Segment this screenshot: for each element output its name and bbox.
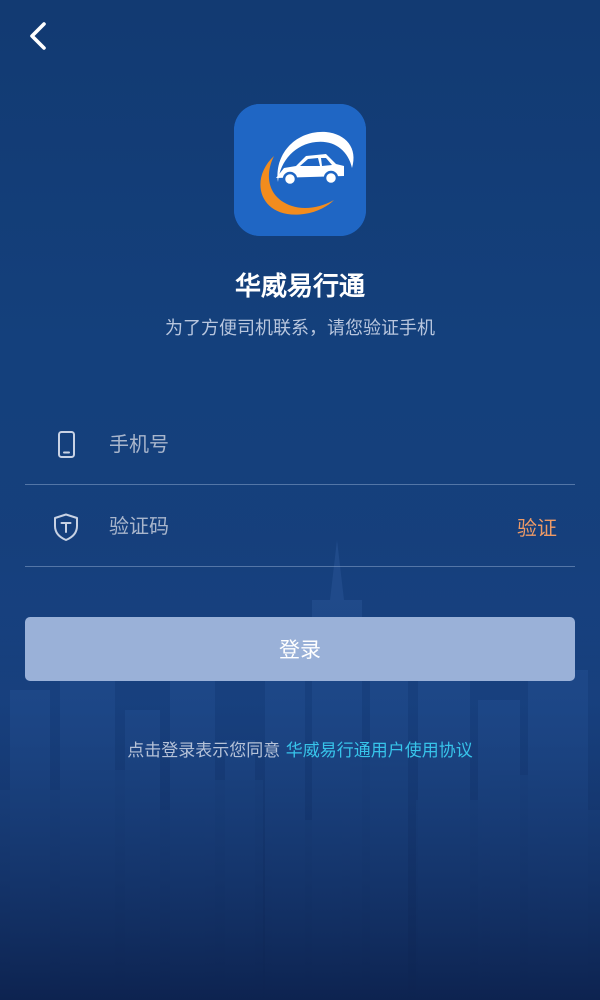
back-button[interactable] — [22, 18, 58, 54]
app-logo — [234, 104, 366, 236]
agreement-link[interactable]: 华威易行通用户使用协议 — [286, 741, 473, 761]
code-field-row: 验证 — [25, 486, 575, 567]
verify-button[interactable]: 验证 — [517, 512, 557, 541]
code-input[interactable] — [109, 508, 489, 544]
city-skyline-background — [0, 540, 600, 1000]
chevron-left-icon — [30, 22, 46, 50]
app-title: 华威易行通 — [234, 272, 365, 302]
login-button[interactable]: 登录 — [25, 617, 575, 681]
phone-icon — [58, 431, 75, 458]
app-subtitle: 为了方便司机联系，请您验证手机 — [165, 318, 435, 339]
car-logo-icon — [234, 104, 366, 236]
phone-input[interactable] — [109, 426, 489, 462]
agreement-prefix: 点击登录表示您同意 — [127, 741, 281, 761]
shield-icon — [54, 513, 78, 541]
phone-field-row — [25, 404, 575, 485]
agreement-text: 点击登录表示您同意 华威易行通用户使用协议 — [0, 736, 600, 761]
